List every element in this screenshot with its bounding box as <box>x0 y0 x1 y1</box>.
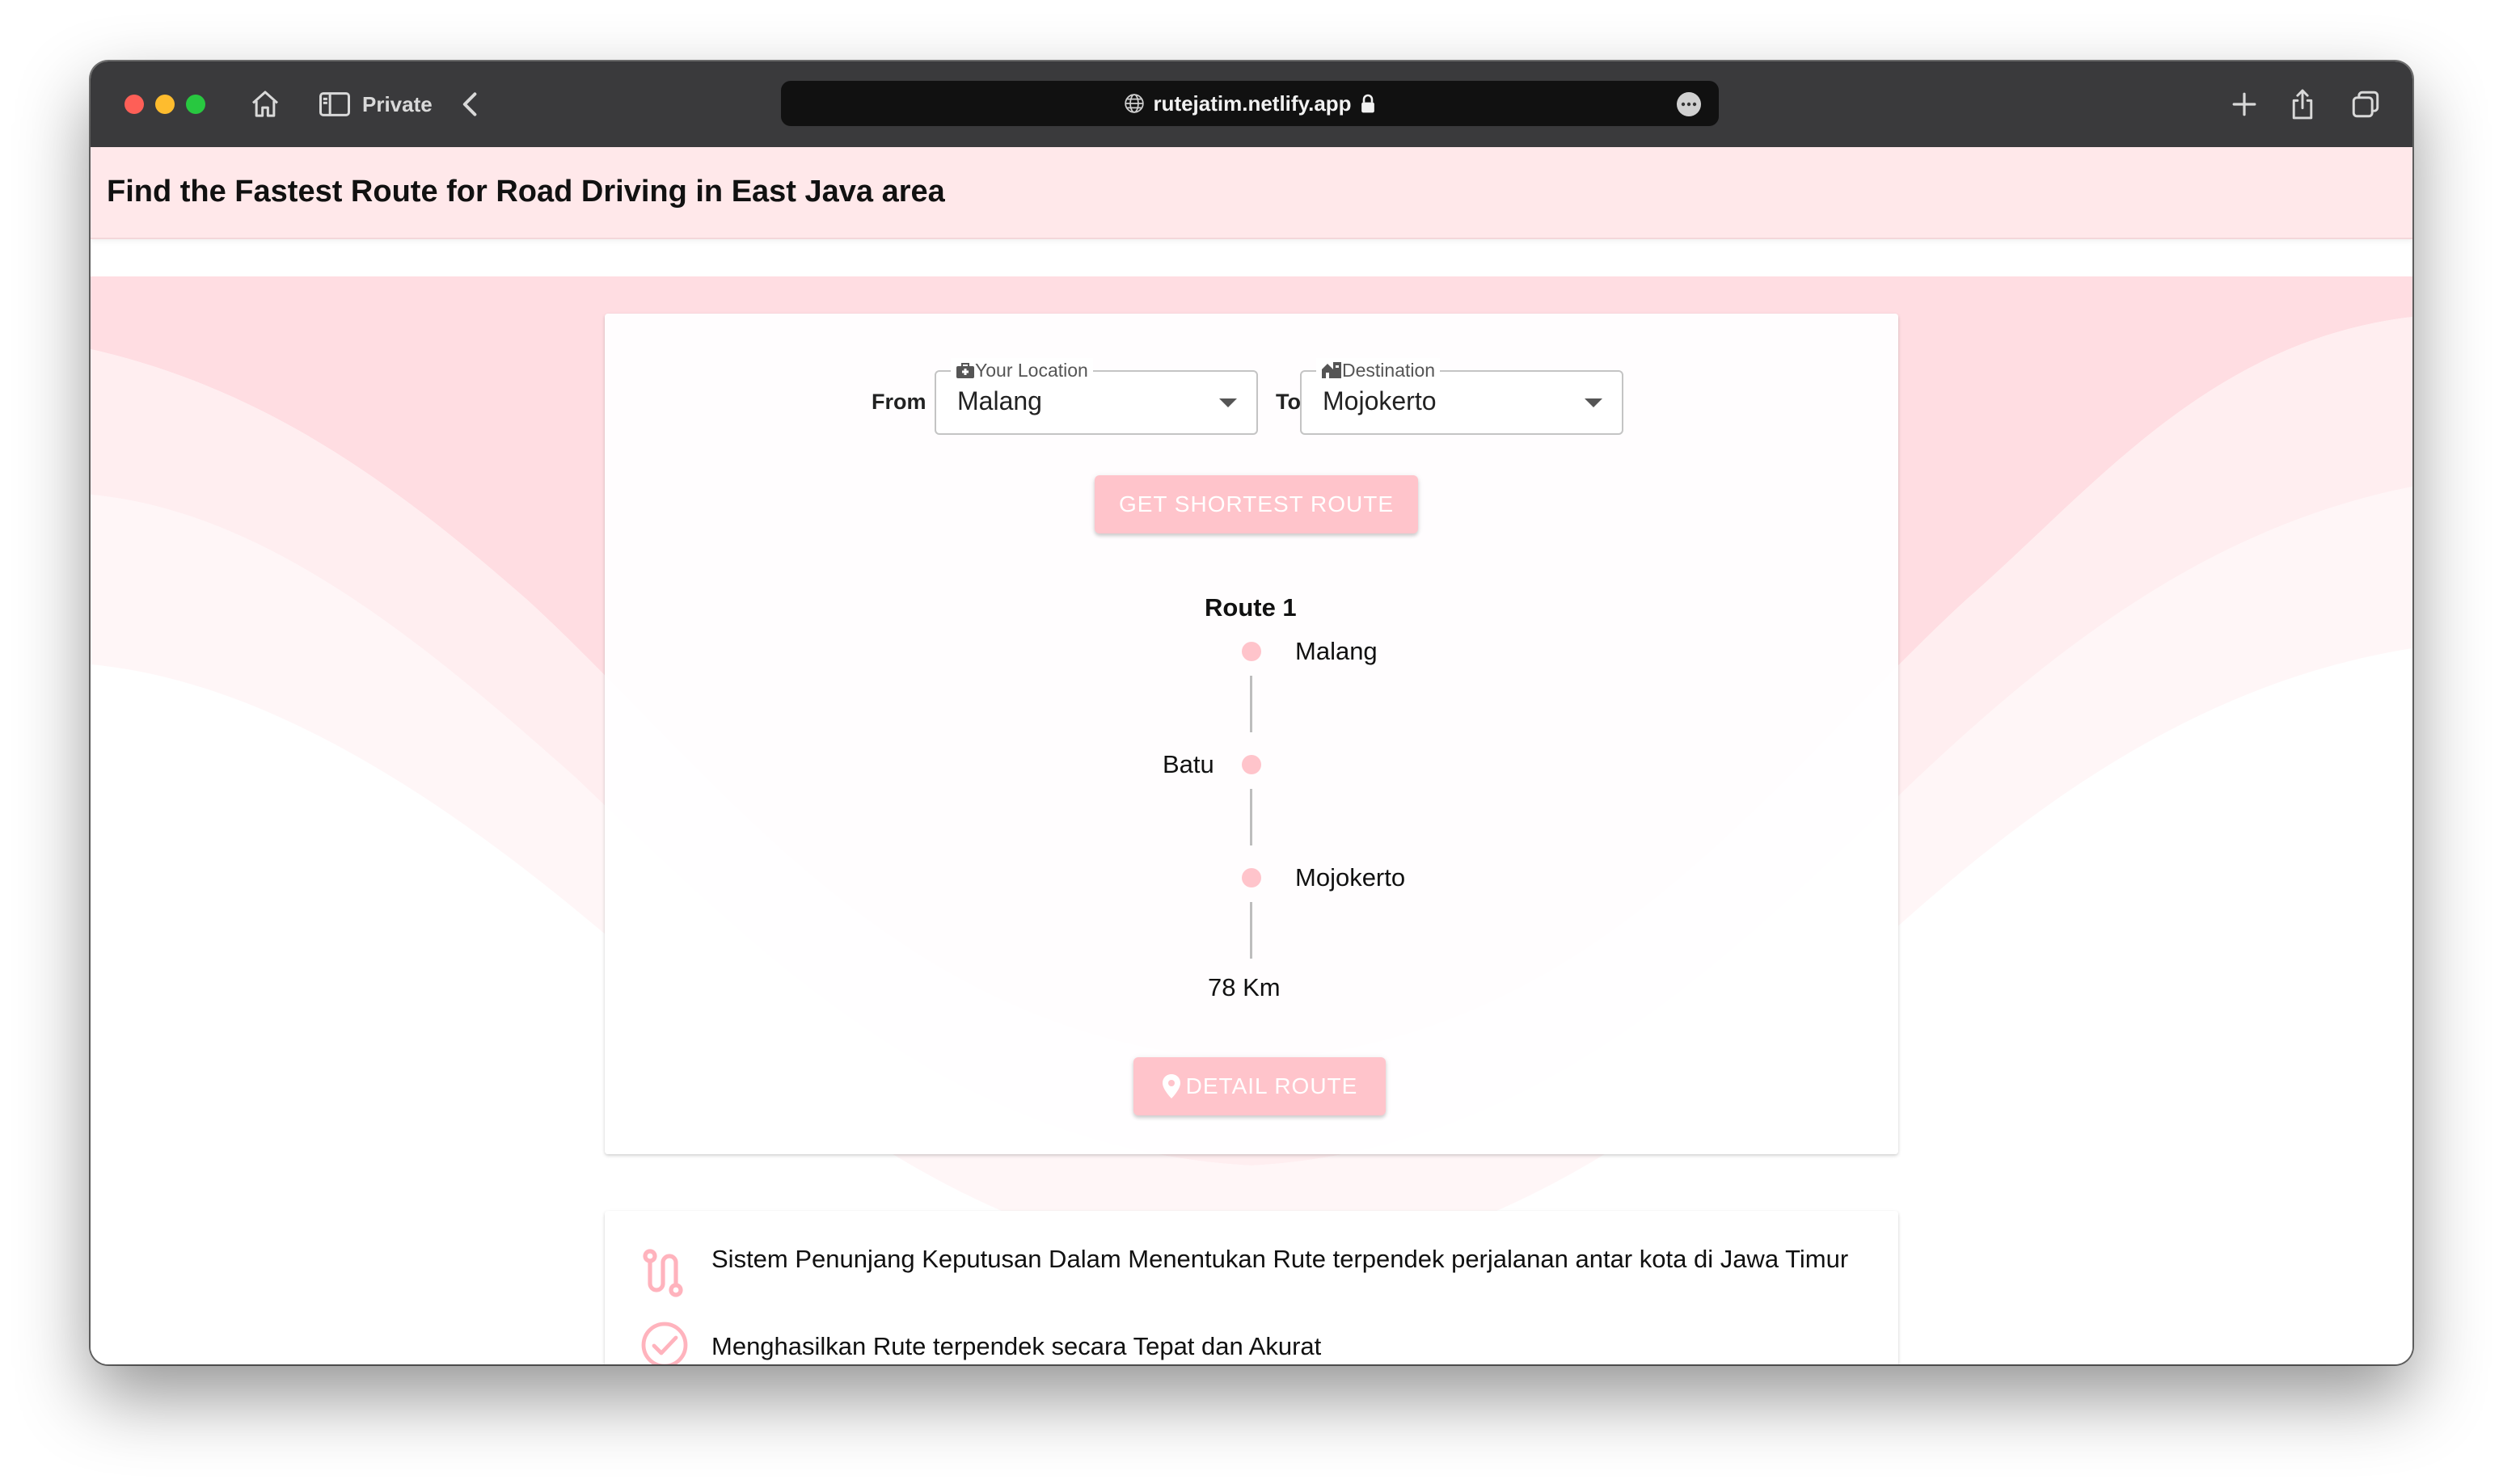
route-connector <box>1250 902 1252 959</box>
from-label: From <box>872 390 926 414</box>
more-icon <box>1681 102 1697 107</box>
back-button[interactable] <box>459 84 482 124</box>
chevron-left-icon <box>462 92 477 116</box>
route-distance: 78 Km <box>1208 973 1281 1001</box>
origin-legend-text: Your Location <box>975 359 1088 381</box>
route-stop-marker <box>1242 755 1261 774</box>
browser-window: Private rutejatim.netlify.app Find the F… <box>91 61 2412 1364</box>
destination-select[interactable]: Destination Mojokerto <box>1300 358 1623 435</box>
origin-select[interactable]: Your Location Malang <box>935 358 1258 435</box>
location-pin-icon <box>1162 1074 1180 1098</box>
route-stop-marker <box>1242 868 1261 887</box>
route-title: Route 1 <box>1205 593 1297 622</box>
route-connector <box>1250 789 1252 845</box>
briefcase-icon <box>956 363 974 378</box>
building-icon <box>1322 362 1341 378</box>
info-item-text: Sistem Penunjang Keputusan Dalam Menentu… <box>711 1245 1849 1273</box>
destination-value: Mojokerto <box>1323 386 1437 415</box>
route-icon <box>640 1248 686 1302</box>
address-bar[interactable]: rutejatim.netlify.app <box>781 81 1719 126</box>
sidebar-icon <box>319 92 350 116</box>
web-page: Find the Fastest Route for Road Driving … <box>91 147 2412 1364</box>
route-stop-mojokerto: Mojokerto <box>1295 863 1406 892</box>
page-title: Find the Fastest Route for Road Driving … <box>107 175 945 209</box>
route-stop-batu: Batu <box>1163 750 1214 778</box>
to-label: To <box>1276 390 1301 414</box>
zoom-window-button[interactable] <box>186 95 205 114</box>
minimize-window-button[interactable] <box>155 95 175 114</box>
sidebar-toggle-button[interactable]: Private <box>319 84 433 124</box>
route-connector <box>1250 676 1252 732</box>
home-button[interactable] <box>249 84 281 124</box>
info-card: Sistem Penunjang Keputusan Dalam Menentu… <box>605 1211 1898 1364</box>
close-window-button[interactable] <box>125 95 144 114</box>
page-menu-button[interactable] <box>1677 92 1701 116</box>
share-button[interactable] <box>2290 84 2315 124</box>
share-icon <box>2292 89 2313 120</box>
destination-legend-text: Destination <box>1342 359 1436 381</box>
destination-legend: Destination <box>1316 358 1441 382</box>
browser-toolbar: Private rutejatim.netlify.app <box>91 61 2412 149</box>
origin-legend: Your Location <box>951 358 1093 382</box>
detail-route-button[interactable]: DETAIL ROUTE <box>1133 1057 1386 1115</box>
check-circle-icon <box>640 1321 689 1364</box>
private-label: Private <box>362 91 433 116</box>
chevron-down-icon <box>1219 398 1237 407</box>
route-stop-malang: Malang <box>1295 637 1378 665</box>
home-icon <box>252 91 278 117</box>
app-bar: Find the Fastest Route for Road Driving … <box>91 147 2412 239</box>
plus-icon <box>2232 92 2256 116</box>
origin-value: Malang <box>957 386 1042 415</box>
route-stop-marker <box>1242 642 1261 661</box>
globe-icon <box>1125 94 1145 113</box>
info-item-text: Menghasilkan Rute terpendek secara Tepat… <box>711 1332 1322 1360</box>
new-tab-button[interactable] <box>2231 84 2257 124</box>
route-finder-card: From Your Location Malang To Destination… <box>605 314 1898 1154</box>
get-shortest-route-button[interactable]: GET SHORTEST ROUTE <box>1095 475 1418 533</box>
chevron-down-icon <box>1585 398 1602 407</box>
url-text: rutejatim.netlify.app <box>1153 91 1352 116</box>
tab-overview-button[interactable] <box>2351 84 2380 124</box>
detail-route-label: DETAIL ROUTE <box>1185 1073 1358 1098</box>
lock-icon <box>1361 94 1374 113</box>
tabs-icon <box>2352 91 2379 118</box>
